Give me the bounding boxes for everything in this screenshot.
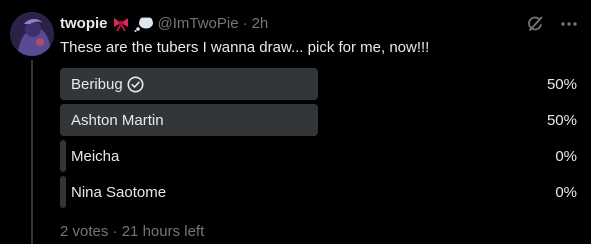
check-circle-icon bbox=[127, 76, 144, 93]
poll-vote-count: 2 votes bbox=[60, 223, 109, 240]
tweet-header: twopie @ImTwoPie · 2h bbox=[60, 14, 268, 34]
poll-option-ashton-martin[interactable]: Ashton Martin 50% bbox=[60, 104, 580, 136]
poll-option-percent: 50% bbox=[546, 75, 577, 93]
thought-balloon-emoji bbox=[134, 16, 154, 32]
poll-footer: 2 votes · 21 hours left bbox=[60, 222, 204, 242]
separator-dot: · bbox=[112, 223, 118, 240]
poll-option-nina-saotome[interactable]: Nina Saotome 0% bbox=[60, 176, 580, 208]
ribbon-emoji bbox=[112, 16, 130, 32]
poll-option-text: Ashton Martin bbox=[71, 111, 164, 129]
poll-option-meicha[interactable]: Meicha 0% bbox=[60, 140, 580, 172]
grok-icon[interactable] bbox=[525, 14, 545, 34]
tweet-text: These are the tubers I wanna draw... pic… bbox=[60, 39, 430, 56]
poll-option-label: Nina Saotome bbox=[71, 176, 166, 208]
timestamp[interactable]: 2h bbox=[252, 14, 269, 34]
poll-bar bbox=[60, 140, 66, 172]
poll-option-text: Nina Saotome bbox=[71, 183, 167, 201]
separator-dot: · bbox=[242, 15, 248, 32]
tweet-actions-top bbox=[525, 14, 579, 34]
poll-bar bbox=[60, 176, 66, 208]
poll-option-percent: 0% bbox=[555, 147, 577, 165]
poll-option-beribug[interactable]: Beribug 50% bbox=[60, 68, 580, 100]
poll-option-percent: 0% bbox=[555, 183, 577, 201]
tweet: twopie @ImTwoPie · 2h These are the tube… bbox=[0, 0, 591, 244]
thread-line bbox=[31, 60, 33, 244]
poll-option-text: Beribug bbox=[71, 75, 123, 93]
poll-option-text: Meicha bbox=[71, 147, 120, 165]
poll-option-label: Beribug bbox=[71, 68, 144, 100]
poll-time-left: 21 hours left bbox=[121, 223, 205, 240]
handle[interactable]: @ImTwoPie bbox=[158, 14, 239, 34]
poll-option-label: Ashton Martin bbox=[71, 104, 164, 136]
poll: Beribug 50% Ashton Martin 50% Meicha 0% … bbox=[60, 68, 580, 212]
more-icon[interactable] bbox=[559, 14, 579, 34]
avatar[interactable] bbox=[10, 12, 54, 56]
poll-option-percent: 50% bbox=[546, 111, 577, 129]
display-name[interactable]: twopie bbox=[60, 14, 108, 34]
poll-option-label: Meicha bbox=[71, 140, 119, 172]
